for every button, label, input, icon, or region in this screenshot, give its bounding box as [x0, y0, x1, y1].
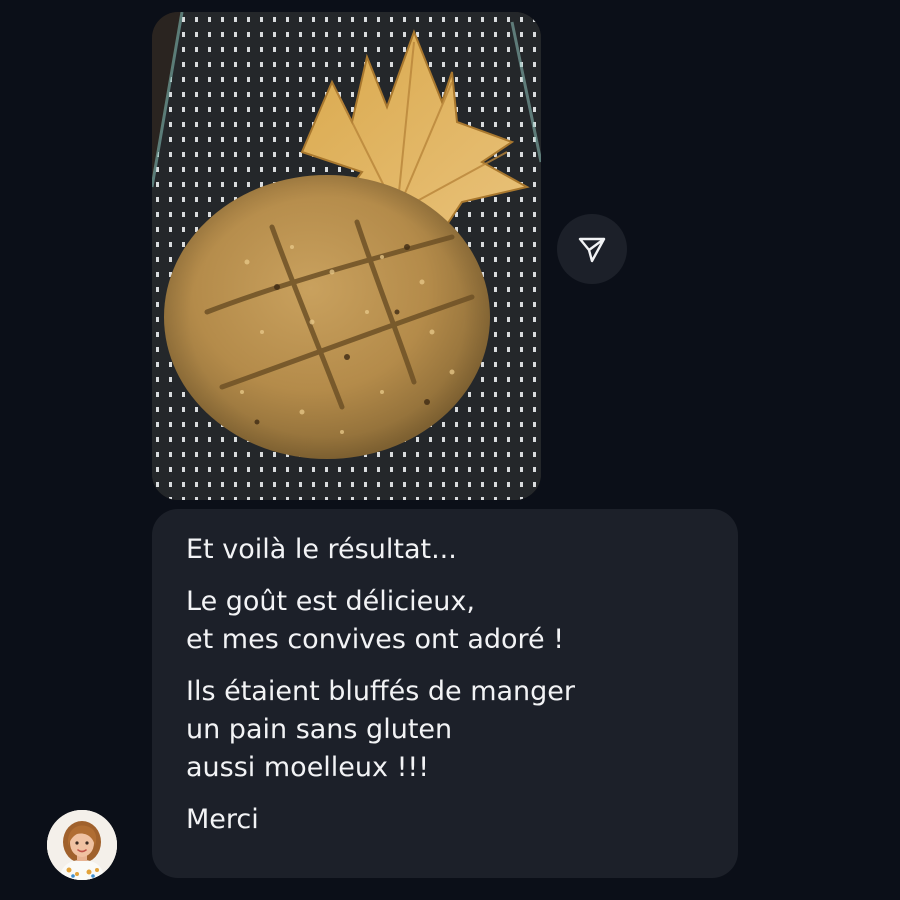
- paper-plane-icon: [578, 237, 606, 263]
- share-button[interactable]: [557, 214, 627, 284]
- photo-message[interactable]: [152, 12, 541, 500]
- bread-photo: [152, 12, 541, 500]
- chat-screen: Et voilà le résultat... Le goût est déli…: [0, 0, 900, 900]
- message-line-4: Merci: [186, 804, 259, 835]
- avatar-icon: [47, 810, 117, 880]
- sender-avatar[interactable]: [47, 810, 117, 880]
- text-message[interactable]: Et voilà le résultat... Le goût est déli…: [152, 509, 738, 878]
- message-line-2: Le goût est délicieux, et mes convives o…: [186, 586, 565, 655]
- message-line-3: Ils étaient bluffés de manger un pain sa…: [186, 676, 576, 783]
- message-line-1: Et voilà le résultat...: [186, 534, 457, 565]
